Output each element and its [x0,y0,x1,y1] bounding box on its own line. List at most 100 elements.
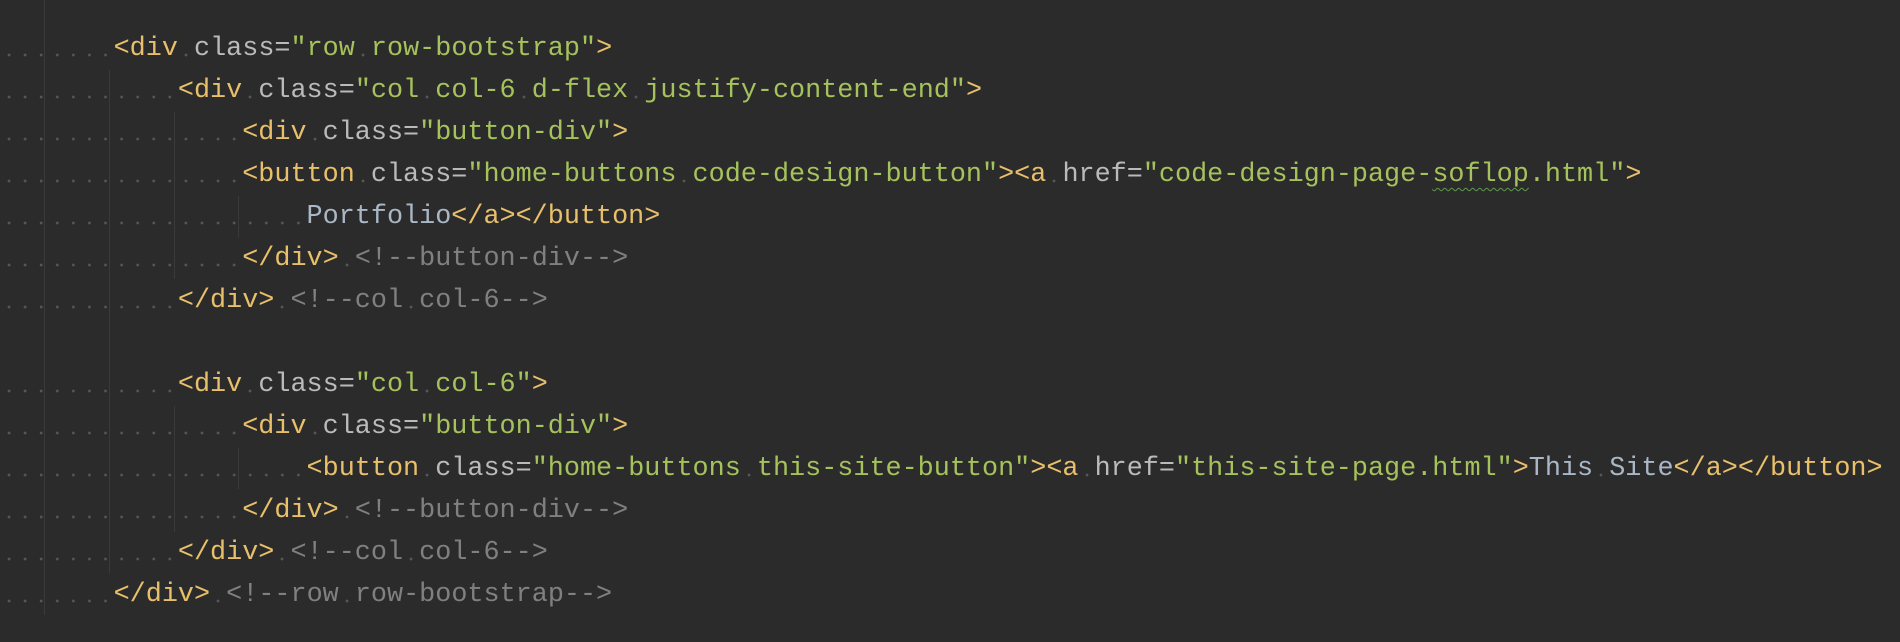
comment-token: col-6--> [419,538,548,568]
spellcheck-underlined-token: soflop [1432,160,1529,190]
whitespace-token [1,496,243,526]
html-tag-token: > [531,370,548,400]
string-token: "code-design-page- [1142,160,1433,190]
whitespace-token [1,118,243,148]
whitespace-token [419,76,436,106]
string-token: row-bootstrap" [370,34,597,64]
whitespace-token [1078,454,1095,484]
whitespace-token [1,412,243,442]
code-line[interactable]: <button class="home-buttons this-site-bu… [1,448,1883,490]
whitespace-token [242,76,259,106]
string-token: "col [354,370,420,400]
attribute-token: class= [435,454,532,484]
attribute-token: href= [1062,160,1143,190]
code-line[interactable]: Portfolio</a></button> [1,196,1883,238]
html-tag-token: > [612,118,629,148]
comment-token: row-bootstrap--> [354,580,613,610]
comment-token: <!--button-div--> [354,244,629,274]
whitespace-token [740,454,757,484]
comment-token: <!--col [290,286,404,316]
code-line[interactable]: </div> <!--col col-6--> [1,280,1883,322]
code-line[interactable]: </div> <!--col col-6--> [1,532,1883,574]
text-token: This [1528,454,1594,484]
attribute-token: class= [370,160,468,190]
whitespace-token [1,370,178,400]
whitespace-token [354,34,371,64]
code-line[interactable]: <div class="col col-6 d-flex justify-con… [1,70,1883,112]
string-token: "home-buttons [531,454,741,484]
string-token: "button-div" [419,412,613,442]
html-tag-token: <div [177,76,243,106]
whitespace-token [274,286,291,316]
string-token: "button-div" [419,118,613,148]
string-token: code-design-button" [692,160,999,190]
html-tag-token: <div [242,118,307,148]
whitespace-token [210,580,227,610]
whitespace-token [338,496,355,526]
code-line[interactable]: <div class="col col-6"> [1,364,1883,406]
text-token: Portfolio [306,202,452,232]
html-tag-token: </div> [242,496,339,526]
whitespace-token [403,286,420,316]
comment-token: <!--col [290,538,404,568]
html-tag-token: </div> [242,244,339,274]
whitespace-token [306,412,323,442]
string-token: .html" [1528,160,1626,190]
string-token: "row [290,34,355,64]
string-token: this-site-button" [756,454,1031,484]
attribute-token: class= [322,118,420,148]
whitespace-token [1593,454,1610,484]
comment-token: <!--button-div--> [354,496,629,526]
code-line[interactable]: </div> <!--button-div--> [1,238,1883,280]
code-line[interactable]: <div class="button-div"> [1,406,1883,448]
string-token: d-flex [531,76,629,106]
whitespace-token [1,538,178,568]
code-line[interactable]: </div> <!--button-div--> [1,490,1883,532]
comment-token: <!--row [226,580,339,610]
whitespace-token [676,160,693,190]
html-tag-token: ><a [1030,454,1079,484]
string-token: col-6 [435,76,516,106]
attribute-token: class= [194,34,291,64]
whitespace-token [177,34,194,64]
code-line[interactable]: <div class="row row-bootstrap"> [1,28,1883,70]
whitespace-token [1,160,243,190]
string-token: "this-site-page.html" [1175,454,1513,484]
whitespace-token [1,76,178,106]
whitespace-token [354,160,371,190]
html-tag-token: > [612,412,629,442]
whitespace-token [1046,160,1063,190]
html-tag-token: <button [242,160,355,190]
html-tag-token: > [1512,454,1529,484]
whitespace-token [403,538,420,568]
whitespace-token [515,76,532,106]
text-token: Site [1609,454,1674,484]
html-tag-token: <div [177,370,243,400]
html-tag-token: > [1625,160,1642,190]
html-tag-token: </div> [177,538,275,568]
whitespace-token [338,244,355,274]
code-area[interactable]: <div class="row row-bootstrap"> <div cla… [1,28,1883,616]
whitespace-token [242,370,259,400]
whitespace-token [274,538,291,568]
whitespace-token [1,34,114,64]
whitespace-token [419,454,436,484]
html-tag-token: ><a [998,160,1047,190]
code-line[interactable] [1,322,1883,364]
string-token: col-6" [435,370,532,400]
whitespace-token [338,580,355,610]
string-token: "col [354,76,420,106]
code-line[interactable]: <button class="home-buttons code-design-… [1,154,1883,196]
html-tag-token: <div [242,412,307,442]
whitespace-token [306,118,323,148]
whitespace-token [628,76,645,106]
whitespace-token [1,580,114,610]
html-tag-token: > [596,34,613,64]
whitespace-token [1,202,307,232]
code-line[interactable]: <div class="button-div"> [1,112,1883,154]
whitespace-token [1,286,178,316]
whitespace-token [419,370,436,400]
whitespace-token [1,454,307,484]
attribute-token: class= [258,76,355,106]
code-line[interactable]: </div> <!--row row-bootstrap--> [1,574,1883,616]
